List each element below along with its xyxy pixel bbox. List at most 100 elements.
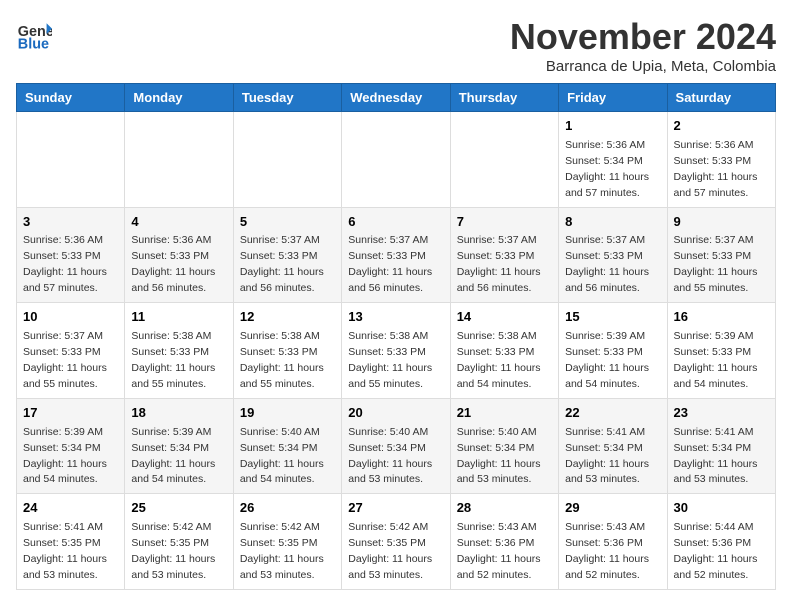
day-info: Sunrise: 5:40 AM Sunset: 5:34 PM Dayligh… [240,426,324,486]
calendar-cell: 30Sunrise: 5:44 AM Sunset: 5:36 PM Dayli… [667,494,775,590]
logo: General Blue [16,16,52,52]
day-number: 13 [348,308,443,327]
calendar-cell [342,112,450,208]
day-info: Sunrise: 5:43 AM Sunset: 5:36 PM Dayligh… [457,521,541,581]
calendar-table: SundayMondayTuesdayWednesdayThursdayFrid… [16,83,776,590]
calendar-cell: 11Sunrise: 5:38 AM Sunset: 5:33 PM Dayli… [125,303,233,399]
calendar-cell: 4Sunrise: 5:36 AM Sunset: 5:33 PM Daylig… [125,207,233,303]
day-number: 9 [674,213,769,232]
day-info: Sunrise: 5:40 AM Sunset: 5:34 PM Dayligh… [348,426,432,486]
calendar-week-5: 24 Sunrise: 5:41 AM Sunset: 5:35 PM Dayli… [17,494,776,590]
day-info: Sunrise: 5:41 AM Sunset: 5:35 PM Dayligh… [23,521,107,581]
day-info: Sunrise: 5:42 AM Sunset: 5:35 PM Dayligh… [348,521,432,581]
calendar-week-4: 17 Sunrise: 5:39 AM Sunset: 5:34 PM Dayli… [17,398,776,494]
day-info: Sunrise: 5:38 AM Sunset: 5:33 PM Dayligh… [131,330,215,390]
day-number: 23 [674,404,769,423]
day-number: 30 [674,499,769,518]
day-number: 25 [131,499,226,518]
page-header: General Blue November 2024 Barranca de U… [16,16,776,75]
day-info: Sunrise: 5:37 AM Sunset: 5:33 PM Dayligh… [348,234,432,294]
calendar-cell: 26 Sunrise: 5:42 AM Sunset: 5:35 PM Dayli… [233,494,341,590]
weekday-header-tuesday: Tuesday [233,84,341,112]
day-number: 8 [565,213,660,232]
calendar-cell: 10 Sunrise: 5:37 AM Sunset: 5:33 PM Dayli… [17,303,125,399]
day-number: 3 [23,213,118,232]
day-info: Sunrise: 5:37 AM Sunset: 5:33 PM Dayligh… [565,234,649,294]
day-number: 2 [674,117,769,136]
calendar-cell: 14 Sunrise: 5:38 AM Sunset: 5:33 PM Dayli… [450,303,558,399]
calendar-cell: 22 Sunrise: 5:41 AM Sunset: 5:34 PM Dayli… [559,398,667,494]
day-number: 1 [565,117,660,136]
calendar-cell: 15Sunrise: 5:39 AM Sunset: 5:33 PM Dayli… [559,303,667,399]
weekday-header-wednesday: Wednesday [342,84,450,112]
calendar-cell: 1Sunrise: 5:36 AM Sunset: 5:34 PM Daylig… [559,112,667,208]
calendar-cell: 24 Sunrise: 5:41 AM Sunset: 5:35 PM Dayli… [17,494,125,590]
day-number: 14 [457,308,552,327]
calendar-cell: 2 Sunrise: 5:36 AM Sunset: 5:33 PM Daylig… [667,112,775,208]
day-info: Sunrise: 5:39 AM Sunset: 5:33 PM Dayligh… [565,330,649,390]
day-number: 29 [565,499,660,518]
day-number: 22 [565,404,660,423]
day-number: 10 [23,308,118,327]
day-info: Sunrise: 5:38 AM Sunset: 5:33 PM Dayligh… [457,330,541,390]
calendar-cell: 21 Sunrise: 5:40 AM Sunset: 5:34 PM Dayli… [450,398,558,494]
day-info: Sunrise: 5:36 AM Sunset: 5:33 PM Dayligh… [23,234,107,294]
title-block: November 2024 Barranca de Upia, Meta, Co… [510,16,776,75]
calendar-cell [233,112,341,208]
calendar-cell: 19 Sunrise: 5:40 AM Sunset: 5:34 PM Dayli… [233,398,341,494]
calendar-cell: 23Sunrise: 5:41 AM Sunset: 5:34 PM Dayli… [667,398,775,494]
calendar-cell [125,112,233,208]
month-title: November 2024 [510,16,776,58]
day-info: Sunrise: 5:39 AM Sunset: 5:34 PM Dayligh… [23,426,107,486]
calendar-cell: 9 Sunrise: 5:37 AM Sunset: 5:33 PM Daylig… [667,207,775,303]
calendar-cell: 8 Sunrise: 5:37 AM Sunset: 5:33 PM Daylig… [559,207,667,303]
day-number: 12 [240,308,335,327]
calendar-cell: 12 Sunrise: 5:38 AM Sunset: 5:33 PM Dayli… [233,303,341,399]
day-info: Sunrise: 5:36 AM Sunset: 5:33 PM Dayligh… [674,139,758,199]
day-info: Sunrise: 5:37 AM Sunset: 5:33 PM Dayligh… [674,234,758,294]
calendar-cell: 25 Sunrise: 5:42 AM Sunset: 5:35 PM Dayli… [125,494,233,590]
day-number: 28 [457,499,552,518]
calendar-cell: 7 Sunrise: 5:37 AM Sunset: 5:33 PM Daylig… [450,207,558,303]
day-info: Sunrise: 5:42 AM Sunset: 5:35 PM Dayligh… [240,521,324,581]
calendar-cell: 16 Sunrise: 5:39 AM Sunset: 5:33 PM Dayli… [667,303,775,399]
day-number: 26 [240,499,335,518]
day-info: Sunrise: 5:41 AM Sunset: 5:34 PM Dayligh… [565,426,649,486]
calendar-cell: 3 Sunrise: 5:36 AM Sunset: 5:33 PM Daylig… [17,207,125,303]
calendar-cell [17,112,125,208]
weekday-header-monday: Monday [125,84,233,112]
day-info: Sunrise: 5:37 AM Sunset: 5:33 PM Dayligh… [23,330,107,390]
day-info: Sunrise: 5:37 AM Sunset: 5:33 PM Dayligh… [457,234,541,294]
day-number: 18 [131,404,226,423]
day-info: Sunrise: 5:40 AM Sunset: 5:34 PM Dayligh… [457,426,541,486]
weekday-header-friday: Friday [559,84,667,112]
calendar-cell: 17 Sunrise: 5:39 AM Sunset: 5:34 PM Dayli… [17,398,125,494]
calendar-cell: 6Sunrise: 5:37 AM Sunset: 5:33 PM Daylig… [342,207,450,303]
day-number: 27 [348,499,443,518]
day-number: 17 [23,404,118,423]
day-info: Sunrise: 5:42 AM Sunset: 5:35 PM Dayligh… [131,521,215,581]
calendar-week-2: 3 Sunrise: 5:36 AM Sunset: 5:33 PM Daylig… [17,207,776,303]
calendar-header-row: SundayMondayTuesdayWednesdayThursdayFrid… [17,84,776,112]
day-number: 16 [674,308,769,327]
day-number: 21 [457,404,552,423]
day-info: Sunrise: 5:39 AM Sunset: 5:33 PM Dayligh… [674,330,758,390]
logo-icon: General Blue [16,16,52,52]
day-info: Sunrise: 5:36 AM Sunset: 5:33 PM Dayligh… [131,234,215,294]
calendar-cell: 18Sunrise: 5:39 AM Sunset: 5:34 PM Dayli… [125,398,233,494]
day-number: 20 [348,404,443,423]
calendar-cell [450,112,558,208]
weekday-header-thursday: Thursday [450,84,558,112]
day-number: 24 [23,499,118,518]
day-number: 19 [240,404,335,423]
weekday-header-sunday: Sunday [17,84,125,112]
calendar-cell: 29Sunrise: 5:43 AM Sunset: 5:36 PM Dayli… [559,494,667,590]
calendar-cell: 27 Sunrise: 5:42 AM Sunset: 5:35 PM Dayli… [342,494,450,590]
calendar-cell: 5Sunrise: 5:37 AM Sunset: 5:33 PM Daylig… [233,207,341,303]
day-number: 7 [457,213,552,232]
weekday-header-saturday: Saturday [667,84,775,112]
day-info: Sunrise: 5:37 AM Sunset: 5:33 PM Dayligh… [240,234,324,294]
calendar-cell: 28 Sunrise: 5:43 AM Sunset: 5:36 PM Dayli… [450,494,558,590]
day-info: Sunrise: 5:38 AM Sunset: 5:33 PM Dayligh… [240,330,324,390]
svg-text:Blue: Blue [18,36,49,52]
